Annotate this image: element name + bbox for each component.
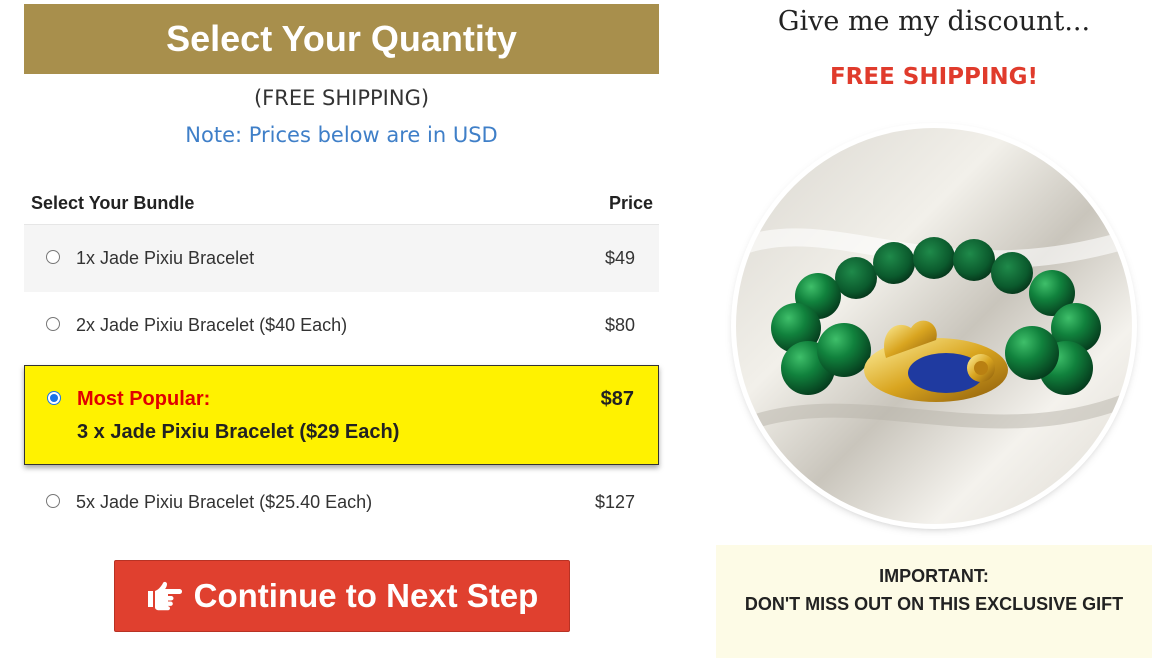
bundle-price: $87 [600, 388, 634, 410]
bundle-price: $49 [604, 248, 635, 268]
pointing-hand-icon [147, 581, 182, 611]
bundle-radio-2[interactable] [46, 316, 60, 331]
bundle-label: 3 x Jade Pixiu Bracelet ($29 Each) [77, 421, 400, 443]
important-notice: IMPORTANT: DON'T MISS OUT ON THIS EXCLUS… [716, 545, 1152, 658]
table-header: Select Your Bundle Price [24, 182, 659, 225]
free-shipping-note: (FREE SHIPPING) [253, 86, 430, 110]
most-popular-badge: Most Popular: [77, 388, 211, 410]
bundle-label: 1x Jade Pixiu Bracelet [76, 248, 255, 268]
column-header-price: Price [608, 192, 653, 213]
free-shipping-heading: FREE SHIPPING! [829, 64, 1039, 90]
column-header-bundle: Select Your Bundle [31, 192, 195, 213]
bundle-table: Select Your Bundle Price 1x Jade Pixiu B… [24, 182, 659, 536]
jade-pixiu-bracelet-image [736, 128, 1132, 524]
product-image [736, 128, 1132, 524]
important-label: IMPORTANT: [879, 566, 989, 586]
bundle-option-4[interactable]: 5x Jade Pixiu Bracelet ($25.40 Each) $12… [24, 469, 659, 536]
bundle-radio-1[interactable] [46, 249, 60, 264]
bundle-price: $127 [594, 492, 635, 512]
bundle-label: 5x Jade Pixiu Bracelet ($25.40 Each) [76, 492, 373, 512]
continue-button-label: Continue to Next Step [193, 577, 539, 614]
important-message: DON'T MISS OUT ON THIS EXCLUSIVE GIFT [744, 594, 1124, 614]
currency-note: Note: Prices below are in USD [185, 123, 498, 147]
discount-heading: Give me my discount... [777, 6, 1091, 37]
continue-button[interactable]: Continue to Next Step [114, 560, 570, 632]
section-title: Select Your Quantity [166, 18, 517, 59]
bundle-price: $80 [604, 315, 635, 335]
section-header: Select Your Quantity [24, 4, 659, 74]
bundle-label-block: Most Popular: 3 x Jade Pixiu Bracelet ($… [77, 388, 601, 444]
bundle-radio-4[interactable] [46, 493, 60, 508]
bundle-option-2[interactable]: 2x Jade Pixiu Bracelet ($40 Each) $80 [24, 292, 659, 359]
bundle-label: 2x Jade Pixiu Bracelet ($40 Each) [76, 315, 348, 335]
bundle-option-3-most-popular[interactable]: Most Popular: 3 x Jade Pixiu Bracelet ($… [24, 365, 659, 465]
bundle-radio-3[interactable] [47, 391, 61, 405]
bundle-option-1[interactable]: 1x Jade Pixiu Bracelet $49 [24, 225, 659, 292]
